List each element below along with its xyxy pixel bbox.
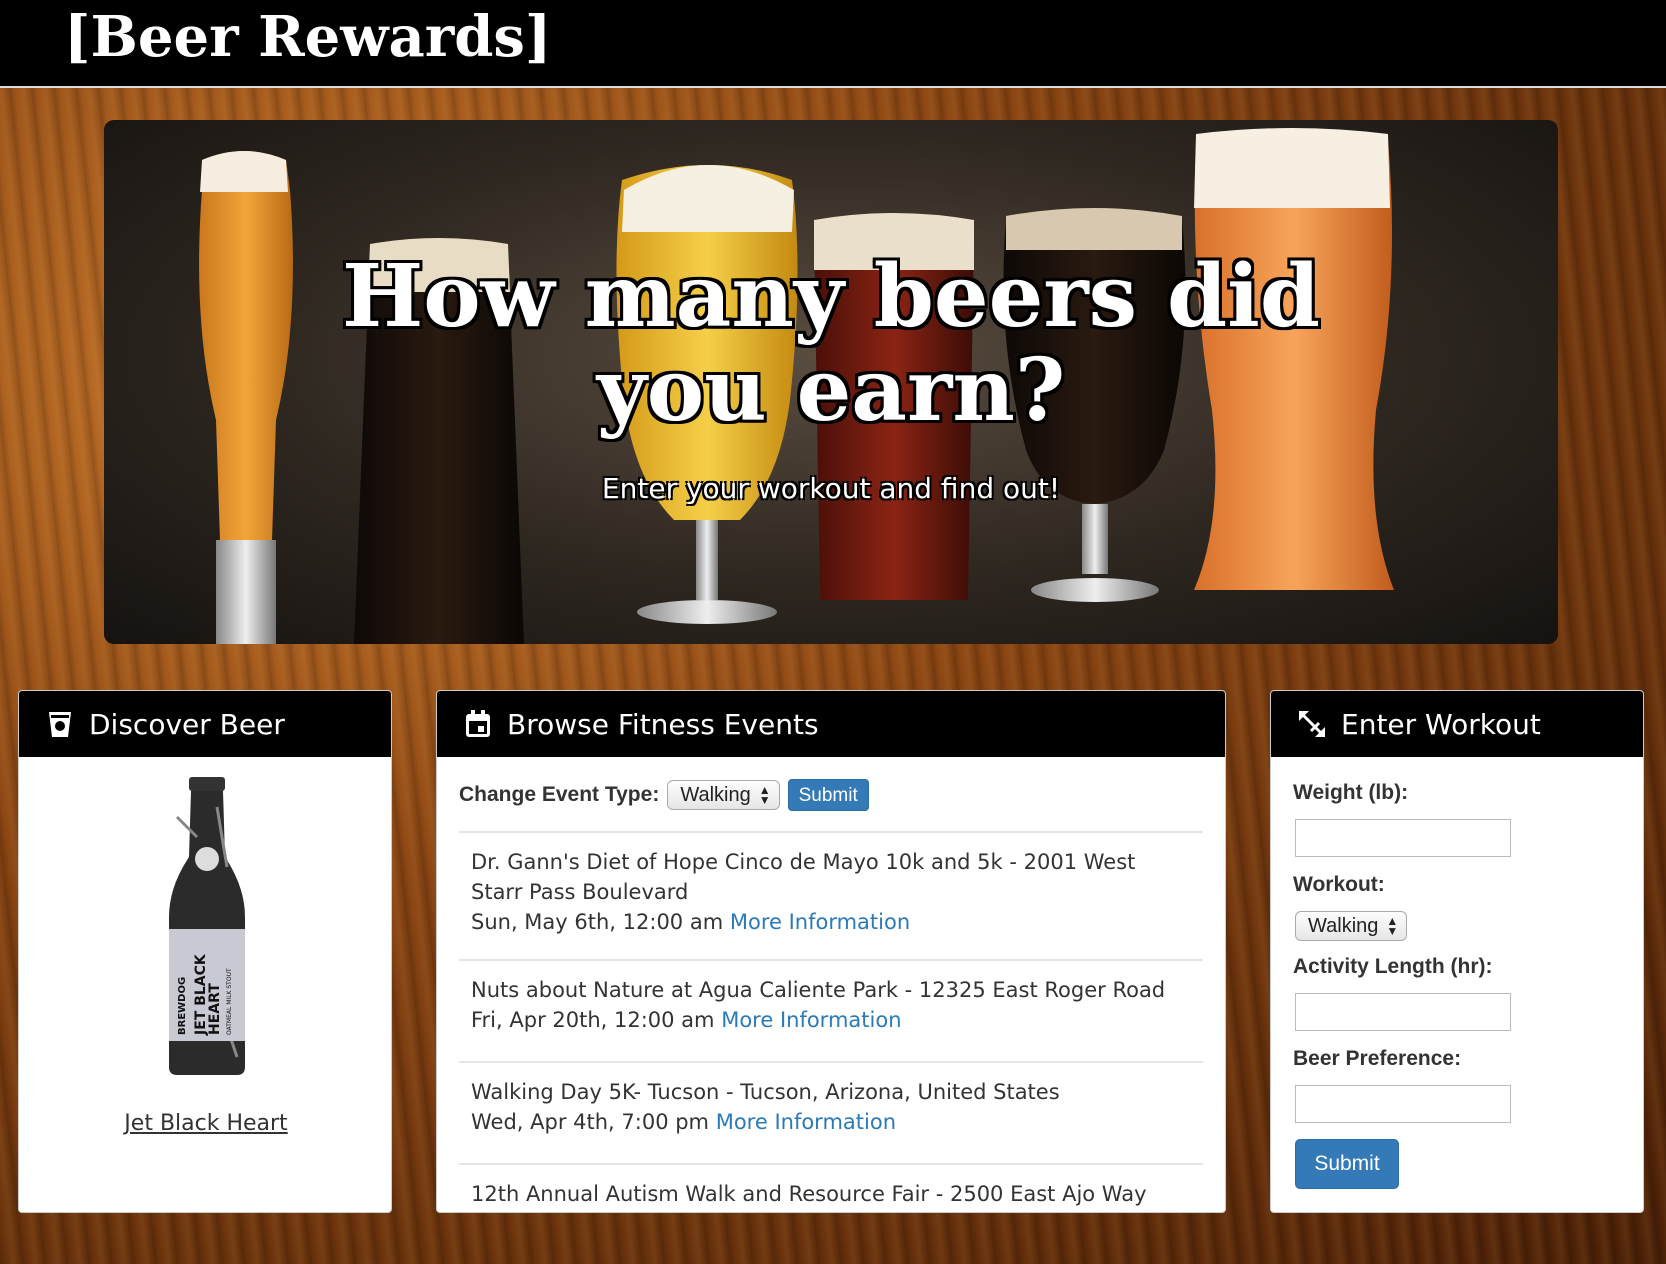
weight-input[interactable]	[1295, 819, 1511, 857]
enter-workout-title: Enter Workout	[1341, 707, 1541, 741]
hero-banner: How many beers did you earn? Enter your …	[104, 120, 1558, 644]
workout-label: Workout:	[1293, 873, 1385, 896]
enter-workout-panel: Enter Workout Weight (lb): Workout: Walk…	[1270, 690, 1644, 1213]
event-more-info-link[interactable]: More Information	[730, 910, 910, 934]
event-date: Sun, May 6th, 12:00 am	[471, 910, 724, 934]
beer-name-link[interactable]: Jet Black Heart	[19, 1111, 391, 1136]
event-type-form: Change Event Type: Walking ▲ ▼ Submit	[459, 779, 869, 811]
brand-title[interactable]: [Beer Rewards]	[64, 4, 551, 70]
event-item: Nuts about Nature at Agua Caliente Park …	[459, 959, 1203, 1061]
select-arrows-icon: ▲ ▼	[1386, 914, 1399, 938]
fitness-events-title: Browse Fitness Events	[507, 707, 819, 741]
event-date: Fri, Apr 20th, 12:00 am	[471, 1008, 715, 1032]
event-item: 12th Annual Autism Walk and Resource Fai…	[459, 1163, 1203, 1212]
beer-glass-icon	[49, 712, 71, 737]
beer-preference-input[interactable]	[1295, 1085, 1511, 1123]
workout-select-value: Walking	[1308, 914, 1379, 937]
event-title: Walking Day 5K- Tucson - Tucson, Arizona…	[471, 1080, 1060, 1104]
event-more-info-link[interactable]: More Information	[716, 1110, 896, 1134]
event-title: Dr. Gann's Diet of Hope Cinco de Mayo 10…	[471, 850, 1136, 904]
event-type-label: Change Event Type:	[459, 783, 660, 806]
discover-beer-header: Discover Beer	[19, 691, 391, 757]
event-type-submit-button[interactable]: Submit	[787, 779, 869, 811]
hero-title: How many beers did you earn?	[342, 246, 1320, 441]
event-item: Dr. Gann's Diet of Hope Cinco de Mayo 10…	[459, 831, 1203, 959]
navbar: [Beer Rewards]	[0, 0, 1666, 88]
activity-length-input[interactable]	[1295, 993, 1511, 1031]
event-type-select[interactable]: Walking ▲ ▼	[667, 780, 780, 810]
event-title: Nuts about Nature at Agua Caliente Park …	[471, 978, 1166, 1002]
select-arrows-icon: ▲ ▼	[758, 783, 771, 807]
event-date: Wed, Apr 4th, 7:00 pm	[471, 1110, 710, 1134]
beer-bottle-image[interactable]: BREWDOG JET BLACK HEART OATMEAL MILK STO…	[167, 777, 247, 1077]
event-more-info-link[interactable]: More Information	[721, 1008, 901, 1032]
event-title: 12th Annual Autism Walk and Resource Fai…	[471, 1182, 1147, 1206]
fitness-events-panel: Browse Fitness Events Change Event Type:…	[436, 690, 1226, 1213]
bottle-label-brand: BREWDOG	[177, 977, 188, 1035]
discover-beer-title: Discover Beer	[89, 707, 285, 741]
activity-length-label: Activity Length (hr):	[1293, 955, 1493, 978]
workout-select[interactable]: Walking ▲ ▼	[1295, 911, 1408, 941]
discover-beer-panel: Discover Beer BREWDOG JET BLACK HEART OA…	[18, 690, 392, 1213]
beer-preference-label: Beer Preference:	[1293, 1047, 1462, 1070]
weight-label: Weight (lb):	[1293, 781, 1409, 804]
calendar-icon	[466, 710, 490, 737]
fitness-events-header: Browse Fitness Events	[437, 691, 1225, 757]
event-item: Walking Day 5K- Tucson - Tucson, Arizona…	[459, 1061, 1203, 1163]
hero-subtitle: Enter your workout and find out!	[601, 472, 1061, 505]
event-type-value: Walking	[680, 783, 751, 806]
workout-submit-button[interactable]: Submit	[1295, 1139, 1399, 1189]
bottle-label-style: OATMEAL MILK STOUT	[226, 968, 233, 1035]
resize-arrows-icon	[1298, 710, 1326, 738]
enter-workout-header: Enter Workout	[1271, 691, 1643, 757]
bottle-label-line2: HEART	[207, 983, 223, 1035]
